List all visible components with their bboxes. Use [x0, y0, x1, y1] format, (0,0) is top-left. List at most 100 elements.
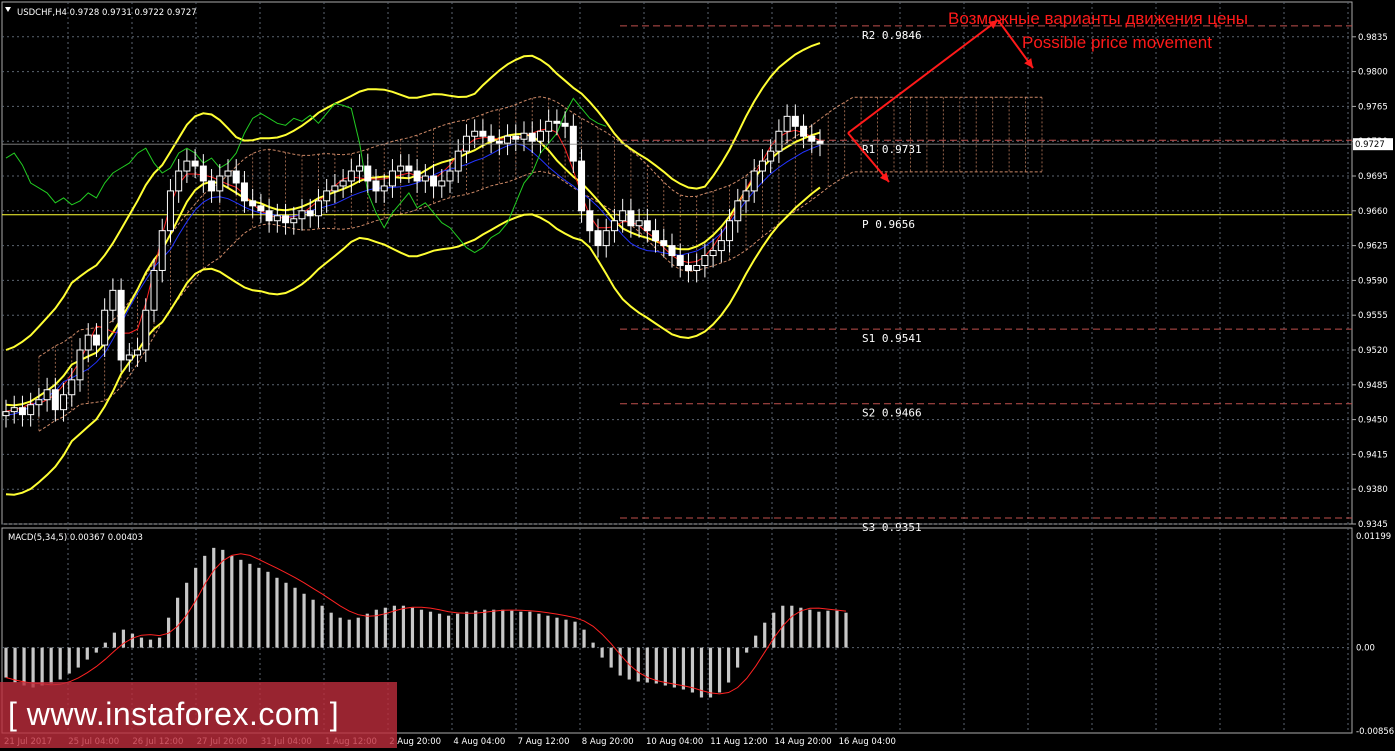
macd-histogram-bar[interactable] — [690, 647, 695, 693]
macd-histogram-bar[interactable] — [745, 647, 749, 653]
macd-histogram-bar[interactable] — [67, 647, 71, 674]
candle-body[interactable] — [183, 160, 191, 172]
macd-histogram-bar[interactable] — [835, 610, 839, 648]
macd-histogram-bar[interactable] — [636, 647, 640, 682]
candle-body[interactable] — [701, 255, 709, 266]
candle-body[interactable] — [76, 349, 84, 381]
macd-histogram-bar[interactable] — [763, 622, 767, 648]
macd-histogram-bar[interactable] — [230, 555, 234, 648]
macd-histogram-bar[interactable] — [437, 613, 442, 648]
candle-body[interactable] — [265, 210, 273, 222]
candle-body[interactable] — [652, 230, 660, 242]
macd-histogram-bar[interactable] — [465, 611, 469, 648]
macd-histogram-bar[interactable] — [248, 563, 252, 648]
candle-body[interactable] — [331, 185, 339, 192]
candle-body[interactable] — [249, 200, 257, 207]
macd-histogram-bar[interactable] — [754, 635, 758, 648]
macd-histogram-bar[interactable] — [446, 615, 451, 648]
candle-body[interactable] — [158, 230, 166, 271]
candle-body[interactable] — [676, 255, 684, 266]
macd-histogram-bar[interactable] — [546, 615, 550, 648]
candle-body[interactable] — [775, 130, 783, 152]
candle-body[interactable] — [51, 389, 59, 411]
macd-histogram-bar[interactable] — [474, 610, 478, 648]
candle-body[interactable] — [101, 309, 109, 346]
macd-histogram-bar[interactable] — [708, 647, 713, 698]
macd-histogram-bar[interactable] — [609, 647, 613, 668]
candle-body[interactable] — [208, 180, 216, 192]
candle-body[interactable] — [43, 389, 51, 401]
macd-histogram-bar[interactable] — [139, 637, 144, 648]
macd-histogram-bar[interactable] — [148, 639, 153, 648]
candle-body[interactable] — [84, 334, 92, 351]
candle-body[interactable] — [726, 220, 734, 242]
macd-histogram-bar[interactable] — [428, 611, 433, 648]
candle-body[interactable] — [520, 132, 528, 140]
candle-body[interactable] — [10, 407, 18, 413]
candle-body[interactable] — [627, 210, 635, 227]
candle-body[interactable] — [175, 170, 183, 192]
macd-histogram-bar[interactable] — [528, 611, 532, 648]
candle-body[interactable] — [553, 120, 561, 124]
candle-body[interactable] — [586, 210, 594, 232]
chart-canvas[interactable]: 0.98350.98000.97650.97300.96950.96600.96… — [0, 0, 1395, 751]
candle-body[interactable] — [791, 115, 799, 127]
macd-histogram-bar[interactable] — [419, 609, 424, 648]
macd-histogram-bar[interactable] — [808, 609, 812, 648]
candle-body[interactable] — [2, 411, 10, 417]
macd-histogram-bar[interactable] — [672, 647, 676, 688]
macd-histogram-bar[interactable] — [790, 605, 794, 648]
candle-body[interactable] — [199, 165, 207, 182]
candle-body[interactable] — [495, 140, 503, 144]
candle-body[interactable] — [487, 135, 495, 142]
candle-body[interactable] — [257, 205, 265, 212]
macd-histogram-bar[interactable] — [40, 647, 44, 686]
candle-body[interactable] — [693, 264, 701, 271]
macd-histogram-bar[interactable] — [717, 647, 722, 693]
candle-body[interactable] — [709, 250, 717, 257]
macd-histogram-bar[interactable] — [130, 633, 135, 648]
candle-body[interactable] — [602, 230, 610, 247]
macd-histogram-bar[interactable] — [681, 647, 686, 690]
candle-body[interactable] — [134, 349, 142, 356]
candle-body[interactable] — [783, 115, 791, 132]
macd-histogram-bar[interactable] — [510, 610, 514, 648]
macd-histogram-bar[interactable] — [826, 610, 830, 648]
macd-histogram-bar[interactable] — [573, 621, 577, 648]
candle-body[interactable] — [298, 210, 306, 220]
candle-body[interactable] — [150, 269, 158, 311]
macd-histogram-bar[interactable] — [49, 647, 53, 684]
candle-body[interactable] — [232, 170, 240, 184]
macd-histogram-bar[interactable] — [492, 609, 496, 648]
candle-body[interactable] — [430, 175, 438, 187]
macd-histogram-bar[interactable] — [483, 609, 487, 648]
macd-histogram-bar[interactable] — [22, 647, 26, 686]
macd-histogram-bar[interactable] — [772, 612, 776, 648]
candle-body[interactable] — [504, 135, 512, 144]
macd-histogram-bar[interactable] — [365, 613, 369, 648]
macd-histogram-bar[interactable] — [726, 647, 731, 683]
candle-body[interactable] — [660, 240, 668, 247]
macd-histogram-bar[interactable] — [347, 619, 351, 648]
candle-body[interactable] — [594, 230, 602, 247]
candle-body[interactable] — [92, 334, 100, 346]
macd-histogram-bar[interactable] — [284, 582, 288, 648]
macd-histogram-bar[interactable] — [4, 647, 8, 678]
macd-histogram-bar[interactable] — [257, 567, 261, 648]
candle-body[interactable] — [816, 140, 824, 145]
macd-histogram-bar[interactable] — [302, 593, 306, 648]
candle-body[interactable] — [758, 160, 766, 172]
macd-histogram-bar[interactable] — [564, 619, 568, 648]
macd-histogram-bar[interactable] — [212, 547, 216, 648]
candle-body[interactable] — [536, 130, 544, 142]
macd-histogram-bar[interactable] — [85, 647, 89, 660]
candle-body[interactable] — [166, 190, 174, 232]
candle-body[interactable] — [479, 130, 487, 137]
candle-body[interactable] — [282, 215, 290, 224]
macd-histogram-bar[interactable] — [76, 647, 80, 668]
candle-body[interactable] — [372, 180, 380, 192]
macd-histogram-bar[interactable] — [799, 607, 803, 648]
macd-histogram-bar[interactable] — [194, 567, 198, 648]
candle-body[interactable] — [454, 150, 462, 172]
candle-body[interactable] — [734, 200, 742, 222]
